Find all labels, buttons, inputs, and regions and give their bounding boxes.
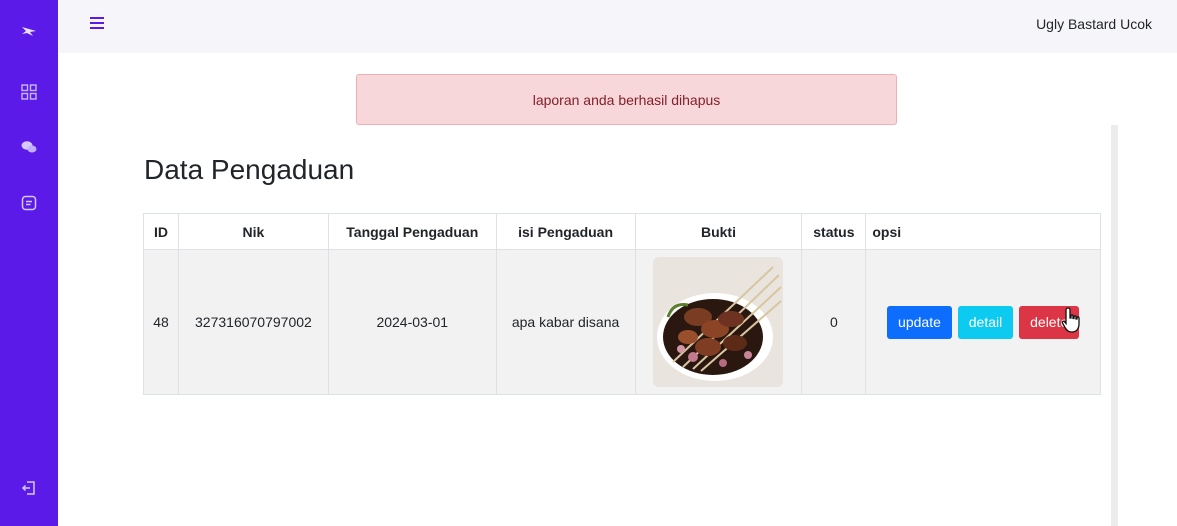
cell-id: 48: [143, 249, 179, 395]
grid-icon[interactable]: [17, 80, 41, 104]
table-header-row: ID Nik Tanggal Pengaduan isi Pengaduan B…: [143, 213, 1101, 250]
chat-icon[interactable]: [17, 135, 41, 159]
table-row: 48 327316070797002 2024-03-01 apa kabar …: [143, 249, 1101, 395]
header-tanggal: Tanggal Pengaduan: [327, 213, 497, 250]
evidence-photo: [653, 257, 784, 387]
delete-button[interactable]: delete: [1019, 305, 1080, 339]
cell-bukti: [634, 249, 803, 395]
header-bukti: Bukti: [634, 213, 803, 250]
sidebar: [0, 0, 58, 526]
success-alert: laporan anda berhasil dihapus: [356, 74, 897, 125]
scrollbar[interactable]: [1111, 125, 1118, 526]
detail-button[interactable]: detail: [957, 305, 1014, 339]
header-nik: Nik: [177, 213, 329, 250]
alert-message: laporan anda berhasil dihapus: [532, 91, 721, 108]
header-isi: isi Pengaduan: [495, 213, 636, 250]
cell-tanggal: 2024-03-01: [327, 249, 497, 395]
header-status: status: [801, 213, 867, 250]
user-name[interactable]: Ugly Bastard Ucok: [1036, 16, 1152, 32]
topbar: Ugly Bastard Ucok: [58, 0, 1177, 53]
document-icon[interactable]: [17, 191, 41, 215]
update-button[interactable]: update: [887, 305, 952, 339]
data-table: ID Nik Tanggal Pengaduan isi Pengaduan B…: [143, 213, 1101, 395]
cell-opsi: update detail delete: [865, 249, 1101, 395]
page-title: Data Pengaduan: [144, 154, 355, 185]
header-opsi: opsi: [865, 213, 1101, 250]
cell-nik: 327316070797002: [177, 249, 329, 395]
hamburger-menu-icon[interactable]: [88, 14, 106, 32]
logout-icon[interactable]: [17, 476, 41, 500]
cell-isi: apa kabar disana: [495, 249, 636, 395]
header-id: ID: [143, 213, 179, 250]
cell-status: 0: [801, 249, 867, 395]
bird-logo-icon[interactable]: [17, 19, 41, 43]
